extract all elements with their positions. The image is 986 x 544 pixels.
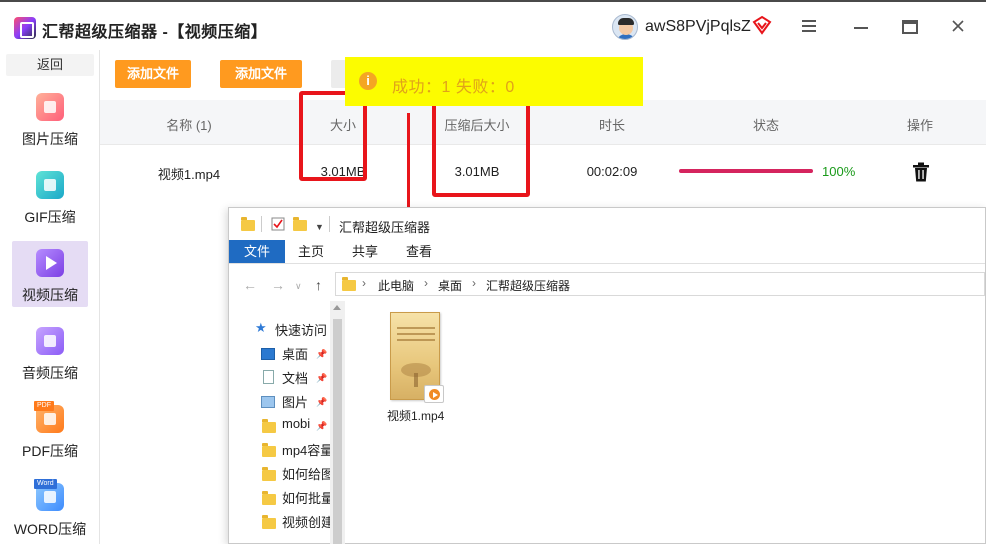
sidebar-item-video[interactable]: 视频压缩 — [12, 241, 88, 307]
breadcrumb-desktop[interactable]: 桌面 — [438, 277, 462, 294]
avatar[interactable] — [612, 14, 638, 40]
nav-folder-video-create[interactable]: 视频创建 — [282, 512, 330, 532]
desktop-icon — [261, 348, 275, 360]
breadcrumb-this-pc[interactable]: 此电脑 — [378, 277, 414, 294]
nav-scrollbar[interactable] — [330, 301, 345, 544]
pin-icon[interactable]: 📌 — [316, 421, 327, 431]
explorer-address-row: ← → ∨ ↑ › 此电脑 › 桌面 › 汇帮超级压缩器 — [229, 270, 985, 300]
compressed-size-highlight-box — [432, 100, 530, 197]
address-bar[interactable]: › 此电脑 › 桌面 › 汇帮超级压缩器 — [335, 272, 985, 296]
toast-message: 成功：1 失败：0 — [392, 79, 515, 96]
info-icon: i — [359, 72, 377, 90]
play-icon — [424, 385, 444, 403]
column-header-actions: 操作 — [906, 118, 934, 133]
column-header-duration[interactable]: 时长 — [599, 115, 625, 134]
properties-icon[interactable] — [271, 217, 285, 231]
folder-icon — [262, 419, 276, 433]
audio-icon — [36, 327, 64, 355]
maximize-icon[interactable] — [902, 20, 918, 34]
progress-bar — [679, 169, 813, 173]
nav-folder-mp4[interactable]: mp4容量 — [282, 440, 330, 460]
menu-icon[interactable] — [802, 20, 816, 32]
progress-text: 100% — [822, 164, 856, 179]
sidebar-item-label: WORD压缩 — [13, 521, 87, 537]
up-arrow-icon[interactable]: ↑ — [315, 277, 322, 293]
folder-icon — [241, 217, 255, 231]
file-name-label[interactable]: 视频1.mp4 — [387, 407, 444, 424]
sidebar-item-label: GIF压缩 — [24, 209, 76, 225]
quick-access-dropdown-icon[interactable]: ▼ — [315, 222, 324, 232]
video-icon — [36, 249, 64, 277]
sidebar-item-label: 图片压缩 — [22, 131, 78, 147]
minimize-icon[interactable] — [854, 27, 868, 29]
pin-icon[interactable]: 📌 — [316, 397, 327, 407]
nav-documents[interactable]: 文档 — [282, 368, 314, 388]
image-icon — [36, 93, 64, 121]
folder-icon — [262, 515, 276, 529]
pdf-tag: PDF — [34, 401, 54, 411]
app-logo-icon — [14, 17, 36, 39]
tab-share[interactable]: 共享 — [345, 240, 385, 263]
explorer-title: 汇帮超级压缩器 — [339, 220, 431, 235]
app-title: 汇帮超级压缩器 -【视频压缩】 — [42, 24, 268, 41]
title-bar: 汇帮超级压缩器 -【视频压缩】 awS8PVjPqlsZ — [0, 0, 986, 50]
nav-folder-mobi[interactable]: mobi — [282, 416, 314, 436]
nav-pictures[interactable]: 图片 — [282, 392, 314, 412]
sidebar-item-audio[interactable]: 音频压缩 — [12, 319, 88, 385]
tab-home[interactable]: 主页 — [291, 240, 331, 263]
back-arrow-icon[interactable]: ← — [243, 277, 257, 293]
new-folder-icon[interactable] — [293, 217, 307, 231]
sidebar: 返回 图片压缩 GIF压缩 视频压缩 音频压缩 PDF PDF压缩 Word W… — [0, 50, 100, 544]
sidebar-item-word[interactable]: Word WORD压缩 — [12, 475, 88, 541]
back-button[interactable]: 返回 — [6, 54, 94, 76]
table-header: 名称 (1) 大小 压缩后大小 时长 状态 操作 — [100, 100, 986, 145]
gif-icon — [36, 171, 64, 199]
recent-dropdown-icon[interactable]: ∨ — [295, 281, 302, 292]
star-icon: ★ — [255, 320, 267, 335]
sidebar-item-label: 音频压缩 — [22, 365, 78, 381]
word-tag: Word — [34, 479, 57, 489]
nav-desktop[interactable]: 桌面 — [282, 344, 314, 364]
username[interactable]: awS8PVjPqlsZ — [645, 18, 751, 36]
sidebar-item-label: PDF压缩 — [22, 443, 78, 459]
add-folder-button[interactable]: 添加文件夹 — [220, 60, 302, 109]
sidebar-item-image[interactable]: 图片压缩 — [12, 85, 88, 151]
breadcrumb-folder[interactable]: 汇帮超级压缩器 — [486, 277, 570, 294]
close-icon[interactable] — [950, 18, 966, 34]
document-icon — [263, 370, 274, 384]
column-header-name[interactable]: 名称 (1) — [166, 115, 212, 134]
vip-diamond-icon[interactable] — [752, 15, 772, 35]
trash-icon[interactable] — [912, 162, 930, 182]
column-header-status[interactable]: 状态 — [753, 115, 779, 134]
tab-file[interactable]: 文件 — [229, 240, 285, 263]
explorer-title-bar: ▼ 汇帮超级压缩器 — [229, 208, 985, 240]
result-toast: i 成功：1 失败：0 — [345, 57, 643, 106]
nav-folder-how-batch[interactable]: 如何批量 — [282, 488, 330, 508]
forward-arrow-icon[interactable]: → — [271, 277, 285, 293]
sidebar-item-label: 视频压缩 — [22, 287, 78, 303]
sidebar-item-pdf[interactable]: PDF PDF压缩 — [12, 397, 88, 463]
folder-icon — [262, 467, 276, 481]
add-file-button[interactable]: 添加文件 — [115, 60, 191, 88]
cell-duration: 00:02:09 — [586, 164, 638, 179]
cell-name: 视频1.mp4 — [157, 167, 221, 182]
tab-view[interactable]: 查看 — [399, 240, 439, 263]
folder-icon — [262, 491, 276, 505]
folder-icon — [262, 443, 276, 457]
folder-icon — [342, 277, 356, 291]
file-explorer-window: ▼ 汇帮超级压缩器 文件 主页 共享 查看 ← → ∨ ↑ › 此电脑 › 桌面… — [228, 207, 986, 544]
pictures-icon — [261, 396, 275, 408]
sidebar-item-gif[interactable]: GIF压缩 — [12, 163, 88, 229]
explorer-ribbon: 文件 主页 共享 查看 — [229, 240, 985, 264]
pin-icon[interactable]: 📌 — [316, 373, 327, 383]
nav-folder-how-image[interactable]: 如何给图 — [282, 464, 330, 484]
pin-icon[interactable]: 📌 — [316, 349, 327, 359]
